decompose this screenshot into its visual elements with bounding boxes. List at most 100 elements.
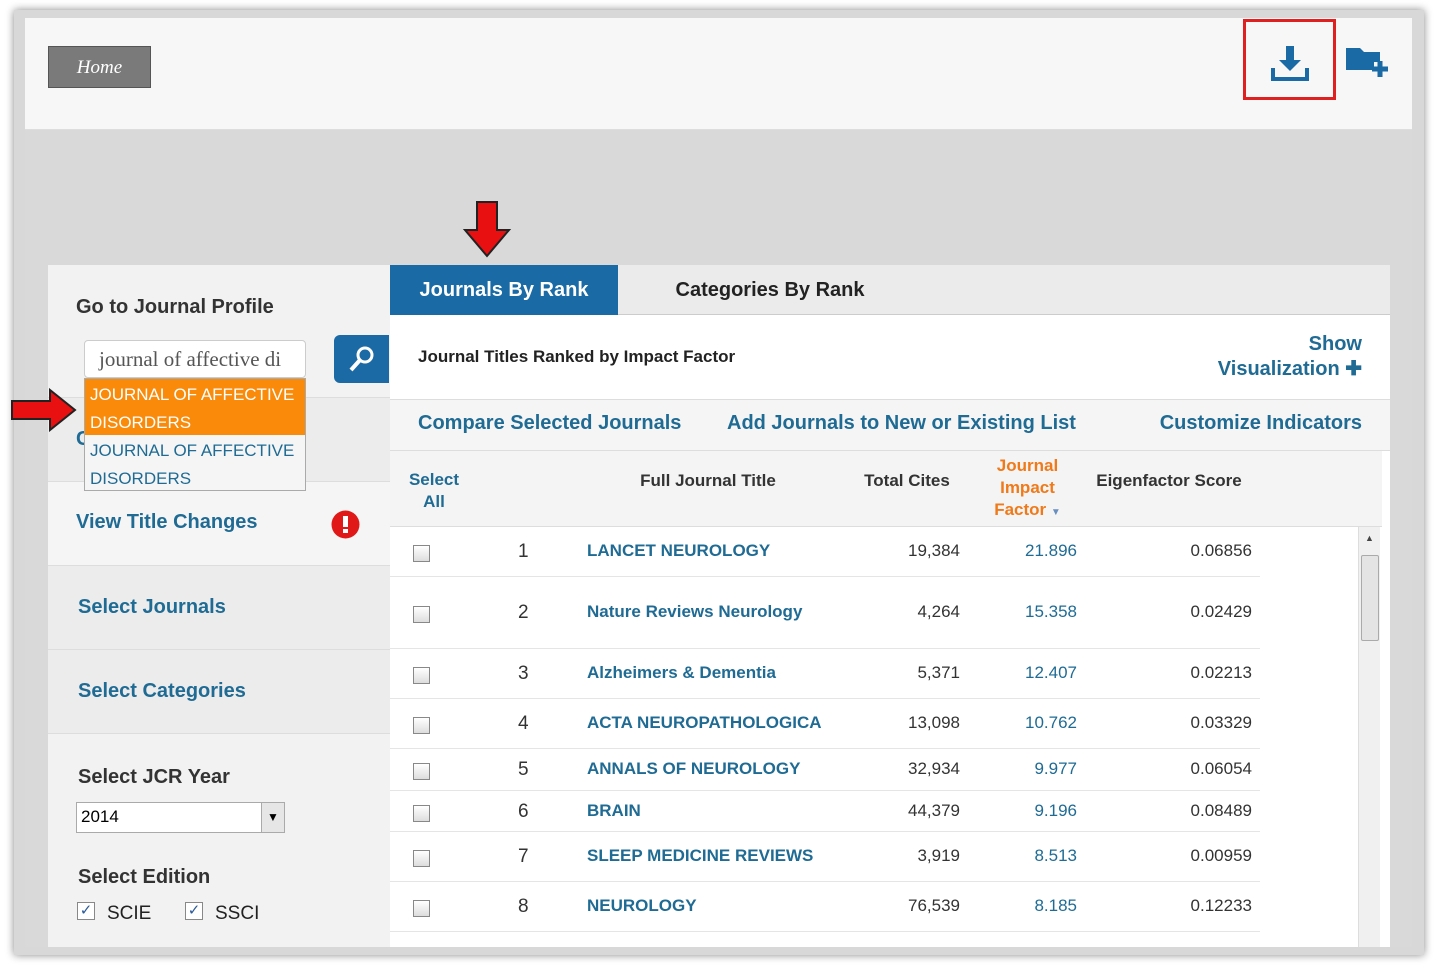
impact-factor-link[interactable]: 12.407 [1025,663,1077,683]
impact-factor-link[interactable]: 15.358 [1025,602,1077,622]
jcr-year-select[interactable]: 2014 ▼ [76,802,285,833]
eigenfactor-score: 0.12233 [1190,896,1252,915]
impact-factor-link[interactable]: 9.977 [1034,759,1077,779]
jcr-year-value: 2014 [81,807,119,826]
journal-title-link[interactable]: Nature Reviews Neurology [587,602,802,622]
page-subtitle: Journal Titles Ranked by Impact Factor [418,347,736,366]
journal-title-link[interactable]: ACTA NEUROPATHOLOGICA [587,713,822,733]
row-rank: 3 [518,663,529,684]
row-checkbox[interactable] [413,545,430,562]
add-to-list-link[interactable]: Add Journals to New or Existing List [727,412,1076,435]
scie-checkbox[interactable]: ✓ [77,902,95,920]
row-rank: 4 [518,713,529,734]
select-all-1: Select [408,470,460,489]
suggestion-item[interactable]: JOURNAL OF AFFECTIVE DISORDERS [85,435,305,491]
action-bar: Compare Selected Journals Add Journals t… [390,399,1390,451]
tab-journals-by-rank[interactable]: Journals By Rank [390,265,618,315]
row-rank: 7 [518,846,529,867]
impact-factor-link[interactable]: 8.185 [1034,896,1077,916]
eigenfactor-score: 0.06054 [1190,759,1252,778]
eigenfactor-score: 0.03329 [1190,713,1252,732]
search-icon [349,346,373,372]
main-panel: Journals By Rank Categories By Rank Jour… [390,265,1390,947]
total-cites: 32,934 [908,759,960,778]
edition-title: Select Edition [78,866,211,888]
journal-title-link[interactable]: ANNALS OF NEUROLOGY [587,759,800,779]
table-row: 8 NEUROLOGY 76,539 8.185 0.12233 [390,882,1260,932]
scroll-thumb[interactable] [1361,555,1379,641]
row-checkbox[interactable] [413,763,430,780]
journal-title-link[interactable]: NEUROLOGY [587,896,697,916]
journal-search-input[interactable]: journal of affective di [84,340,306,378]
total-cites: 3,919 [917,846,960,865]
jcr-year-title: Select JCR Year [78,766,230,788]
viz-label-2: Visualization [1217,358,1340,380]
top-header [25,18,1412,130]
select-all-link[interactable]: Select All [398,469,470,513]
journal-title-link[interactable]: BRAIN [587,801,641,821]
table-row: 3 Alzheimers & Dementia 5,371 12.407 0.0… [390,649,1260,699]
select-categories-link[interactable]: Select Categories [78,680,246,703]
eigenfactor-score: 0.02213 [1190,663,1252,682]
row-rank: 5 [518,759,529,780]
download-icon[interactable] [1270,44,1310,82]
customize-indicators-link[interactable]: Customize Indicators [1160,412,1362,435]
total-cites: 13,098 [908,713,960,732]
eigenfactor-score: 0.00959 [1190,846,1252,865]
row-rank: 6 [518,800,529,822]
tab-categories-by-rank[interactable]: Categories By Rank [630,265,910,315]
eigenfactor-score: 0.02429 [1190,602,1252,621]
alert-icon [331,510,360,539]
total-cites: 76,539 [908,896,960,915]
select-journals-link[interactable]: Select Journals [78,596,226,619]
journal-profile-title: Go to Journal Profile [76,296,274,318]
table-row: 5 ANNALS OF NEUROLOGY 32,934 9.977 0.060… [390,749,1260,791]
eigenfactor-score: 0.08489 [1190,800,1252,820]
journal-title-link[interactable]: SLEEP MEDICINE REVIEWS [587,846,813,866]
jif-1: Journal [996,456,1059,475]
folder-plus-icon[interactable] [1346,45,1390,79]
total-cites: 44,379 [908,800,960,820]
row-checkbox[interactable] [413,606,430,623]
red-arrow-right-icon [11,388,77,432]
table-row: 2 Nature Reviews Neurology 4,264 15.358 … [390,577,1260,649]
eigenfactor-score: 0.06856 [1190,541,1252,560]
row-checkbox[interactable] [413,667,430,684]
journal-title-link[interactable]: LANCET NEUROLOGY [587,541,770,561]
scrollbar[interactable]: ▲ [1358,527,1380,947]
row-checkbox[interactable] [413,804,430,822]
plus-icon: ✚ [1345,358,1362,380]
row-rank: 1 [518,541,529,562]
row-checkbox[interactable] [413,850,430,867]
ssci-label: SSCI [215,903,260,924]
scroll-up-icon[interactable]: ▲ [1359,533,1380,543]
show-visualization-button[interactable]: Show Visualization ✚ [1218,332,1362,382]
row-checkbox[interactable] [413,900,430,917]
chevron-down-icon[interactable]: ▼ [261,803,284,832]
col-eigen[interactable]: Eigenfactor Score [1090,470,1248,492]
view-title-changes-link[interactable]: View Title Changes [76,511,258,534]
table-row: 6 BRAIN 44,379 9.196 0.08489 [390,791,1260,832]
impact-factor-link[interactable]: 9.196 [1034,801,1077,821]
col-jif[interactable]: Journal Impact Factor ▼ [975,455,1080,524]
search-button[interactable] [334,335,389,383]
table-row: 7 SLEEP MEDICINE REVIEWS 3,919 8.513 0.0… [390,832,1260,882]
row-checkbox[interactable] [413,717,430,734]
total-cites: 4,264 [917,602,960,621]
journal-title-link[interactable]: Alzheimers & Dementia [587,663,776,683]
row-rank: 2 [518,602,529,623]
col-title[interactable]: Full Journal Title [608,470,808,492]
red-arrow-down-icon [462,201,512,258]
jif-3: Factor [994,500,1047,519]
tab-bar: Journals By Rank Categories By Rank [390,265,1390,315]
ssci-checkbox[interactable]: ✓ [185,902,203,920]
impact-factor-link[interactable]: 10.762 [1025,713,1077,733]
row-rank: 8 [518,896,529,917]
col-cites[interactable]: Total Cites [852,470,962,492]
suggestion-item[interactable]: JOURNAL OF AFFECTIVE DISORDERS [85,379,305,435]
impact-factor-link[interactable]: 21.896 [1025,541,1077,561]
jif-2: Impact [1000,478,1055,497]
home-button[interactable]: Home [48,46,151,88]
impact-factor-link[interactable]: 8.513 [1034,846,1077,866]
compare-journals-link[interactable]: Compare Selected Journals [418,412,681,435]
